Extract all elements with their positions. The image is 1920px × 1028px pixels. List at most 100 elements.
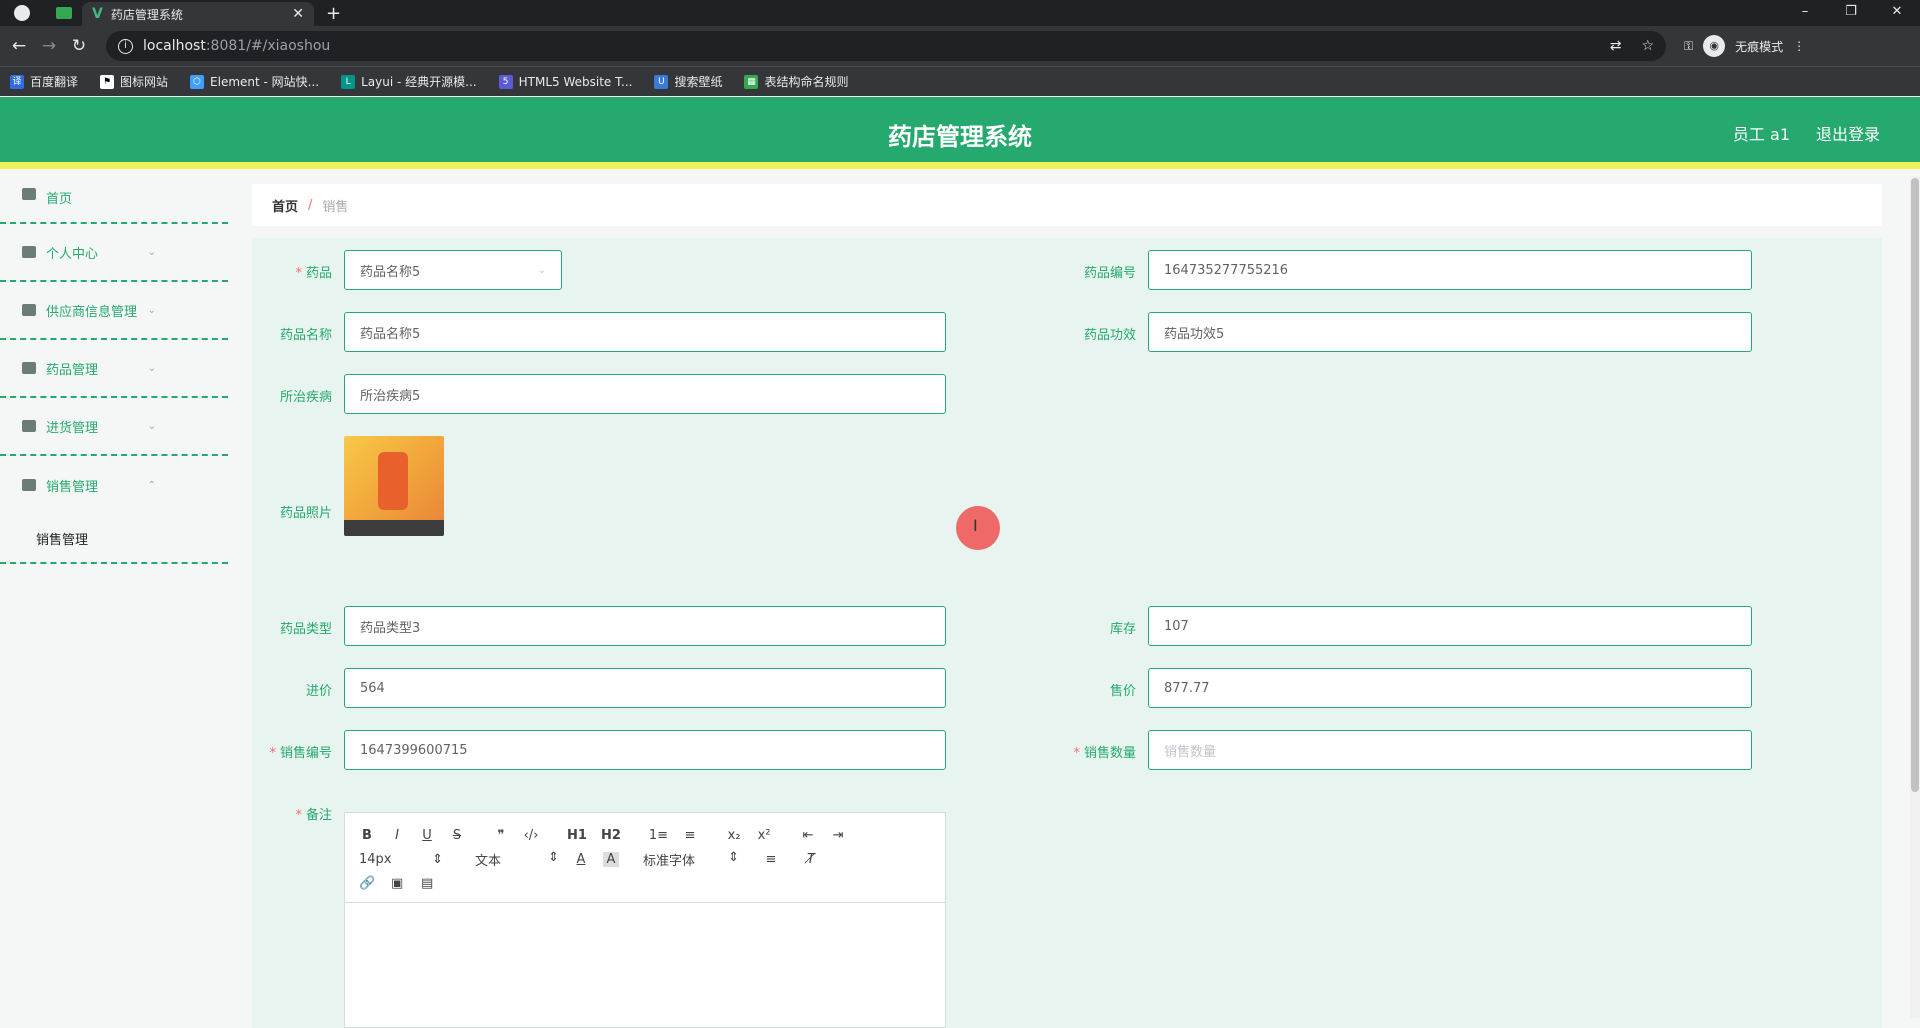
sidebar: 首页 个人中心 ⌄ 供应商信息管理 ⌄ 药品管理 ⌄ 进货管理 ⌄ 销售管理 ⌃…	[0, 176, 228, 1018]
align-icon[interactable]: ≡	[763, 852, 779, 867]
select-arrows-icon: ⇕	[728, 849, 739, 865]
drug-type-label: 药品类型	[279, 622, 332, 637]
product-banner-image	[344, 520, 444, 536]
scrollbar-thumb[interactable]	[1911, 178, 1919, 792]
sidebar-subitem-sales-management[interactable]: 销售管理	[0, 514, 228, 564]
bookmark-item[interactable]: ⬡ Element - 网站快...	[190, 73, 319, 90]
link-icon[interactable]: 🔗	[359, 876, 375, 891]
sidebar-item-home[interactable]: 首页	[0, 176, 228, 224]
purchase-price-field[interactable]: 564	[344, 668, 946, 708]
pinned-tab-icon[interactable]	[56, 7, 72, 19]
back-icon[interactable]: ←	[4, 36, 34, 56]
header1-button[interactable]: H1	[567, 828, 587, 843]
code-block-button[interactable]: ‹/›	[523, 828, 539, 843]
italic-button[interactable]: I	[389, 828, 405, 843]
editor-toolbar: B I U S ❞ ‹/› H1 H2 1≡ ≡ x₂ x² ⇤ ⇥ 14px ⇕…	[345, 813, 945, 903]
browser-menu-dots-icon[interactable]: ⋮	[1793, 39, 1805, 53]
outdent-button[interactable]: ⇤	[800, 828, 816, 843]
key-icon[interactable]: ⚿	[1684, 39, 1693, 54]
bookmark-item[interactable]: L Layui - 经典开源模...	[341, 73, 477, 90]
purchase-price-label: 进价	[305, 684, 332, 699]
stock-field[interactable]: 107	[1148, 606, 1752, 646]
disease-field[interactable]: 所治疾病5	[344, 374, 946, 414]
app-title: 药店管理系统	[888, 123, 1032, 151]
remark-rich-text-editor[interactable]: B I U S ❞ ‹/› H1 H2 1≡ ≡ x₂ x² ⇤ ⇥ 14px ⇕…	[344, 812, 946, 1028]
sale-price-field[interactable]: 877.77	[1148, 668, 1752, 708]
disease-label: 所治疾病	[279, 390, 332, 405]
text-type-select[interactable]: 文本 ⇕	[475, 850, 559, 869]
video-icon[interactable]: ▤	[419, 876, 435, 891]
superscript-button[interactable]: x²	[756, 828, 772, 843]
chevron-down-icon: ⌄	[147, 246, 156, 258]
bookmark-item[interactable]: ▦ 表结构命名规则	[744, 73, 848, 90]
remark-label: * 备注	[295, 808, 332, 823]
subscript-button[interactable]: x₂	[726, 828, 742, 843]
breadcrumb-home[interactable]: 首页	[272, 196, 298, 215]
chart-icon	[22, 304, 36, 316]
bold-button[interactable]: B	[359, 828, 375, 843]
breadcrumb-separator: /	[308, 197, 313, 213]
drug-code-label: 药品编号	[1083, 266, 1136, 281]
minimize-icon[interactable]: –	[1782, 2, 1828, 22]
home-icon	[22, 188, 36, 200]
drug-type-field[interactable]: 药品类型3	[344, 606, 946, 646]
reload-icon[interactable]: ↻	[64, 36, 94, 56]
drug-code-field[interactable]: 164735277755216	[1148, 250, 1752, 290]
bookmark-star-icon[interactable]: ☆	[1641, 38, 1654, 54]
image-icon[interactable]: ▣	[389, 876, 405, 891]
translate-icon[interactable]: ⇄	[1610, 38, 1622, 54]
sale-code-field[interactable]: 1647399600715	[344, 730, 946, 770]
blockquote-button[interactable]: ❞	[493, 828, 509, 843]
sales-form: * 药品 药品名称5 ⌄ 药品编号 164735277755216 药品名称 药品…	[252, 238, 1882, 1028]
background-color-icon[interactable]: A	[603, 851, 619, 867]
logout-link[interactable]: 退出登录	[1816, 121, 1880, 145]
drug-label: * 药品	[295, 266, 332, 281]
forward-icon[interactable]: →	[34, 36, 64, 56]
browser-menu-icon[interactable]	[14, 5, 30, 21]
tab-close-icon[interactable]: ✕	[292, 6, 304, 22]
page-scrollbar[interactable]	[1910, 176, 1920, 1018]
incognito-icon[interactable]: ◉	[1703, 35, 1726, 57]
product-bottle-image	[378, 452, 408, 510]
new-tab-button[interactable]: +	[326, 3, 341, 24]
clear-format-icon[interactable]: T̸	[803, 852, 819, 867]
active-tab[interactable]: V 药店管理系统 ✕	[82, 2, 314, 26]
header2-button[interactable]: H2	[601, 828, 621, 843]
bullet-list-button[interactable]: ≡	[682, 828, 698, 843]
drug-name-label: 药品名称	[279, 328, 332, 343]
drug-select[interactable]: 药品名称5 ⌄	[344, 250, 562, 290]
sidebar-item-supplier[interactable]: 供应商信息管理 ⌄	[0, 282, 228, 340]
user-icon	[22, 246, 36, 258]
site-info-icon[interactable]: i	[118, 38, 133, 54]
stock-label: 库存	[1109, 622, 1136, 637]
chevron-down-icon: ⌄	[147, 362, 156, 374]
drug-photo[interactable]	[344, 436, 444, 536]
drug-name-field[interactable]: 药品名称5	[344, 312, 946, 352]
chevron-down-icon: ⌄	[147, 304, 156, 316]
sidebar-item-drug[interactable]: 药品管理 ⌄	[0, 340, 228, 398]
bookmark-item[interactable]: ⚑ 图标网站	[100, 73, 168, 90]
url-field[interactable]: i localhost:8081/#/xiaoshou ⇄ ☆	[106, 31, 1666, 61]
chevron-up-icon: ⌃	[147, 479, 156, 491]
drug-effect-field[interactable]: 药品功效5	[1148, 312, 1752, 352]
current-user: 员工 a1	[1732, 125, 1790, 144]
font-family-select[interactable]: 标准字体 ⇕	[643, 850, 739, 869]
indent-button[interactable]: ⇥	[830, 828, 846, 843]
strike-button[interactable]: S	[449, 828, 465, 843]
underline-button[interactable]: U	[419, 828, 435, 843]
restore-icon[interactable]: ❐	[1828, 2, 1874, 22]
sidebar-item-sales[interactable]: 销售管理 ⌃	[0, 456, 228, 514]
font-size-select[interactable]: 14px ⇕	[359, 852, 443, 867]
bookmark-item[interactable]: 5 HTML5 Website T...	[498, 74, 632, 89]
sidebar-item-purchase[interactable]: 进货管理 ⌄	[0, 398, 228, 456]
vue-logo-icon: V	[92, 6, 103, 22]
font-color-icon[interactable]: A	[573, 852, 589, 867]
app-header: 药店管理系统 员工 a1 退出登录	[0, 97, 1920, 169]
select-arrows-icon: ⇕	[432, 851, 443, 867]
bookmark-item[interactable]: 译百度翻译	[10, 73, 78, 90]
ordered-list-button[interactable]: 1≡	[649, 828, 668, 843]
sidebar-item-personal-center[interactable]: 个人中心 ⌄	[0, 224, 228, 282]
window-close-icon[interactable]: ✕	[1874, 2, 1920, 22]
bookmark-item[interactable]: U 搜索壁纸	[654, 73, 722, 90]
sale-qty-input[interactable]: 销售数量	[1148, 730, 1752, 770]
